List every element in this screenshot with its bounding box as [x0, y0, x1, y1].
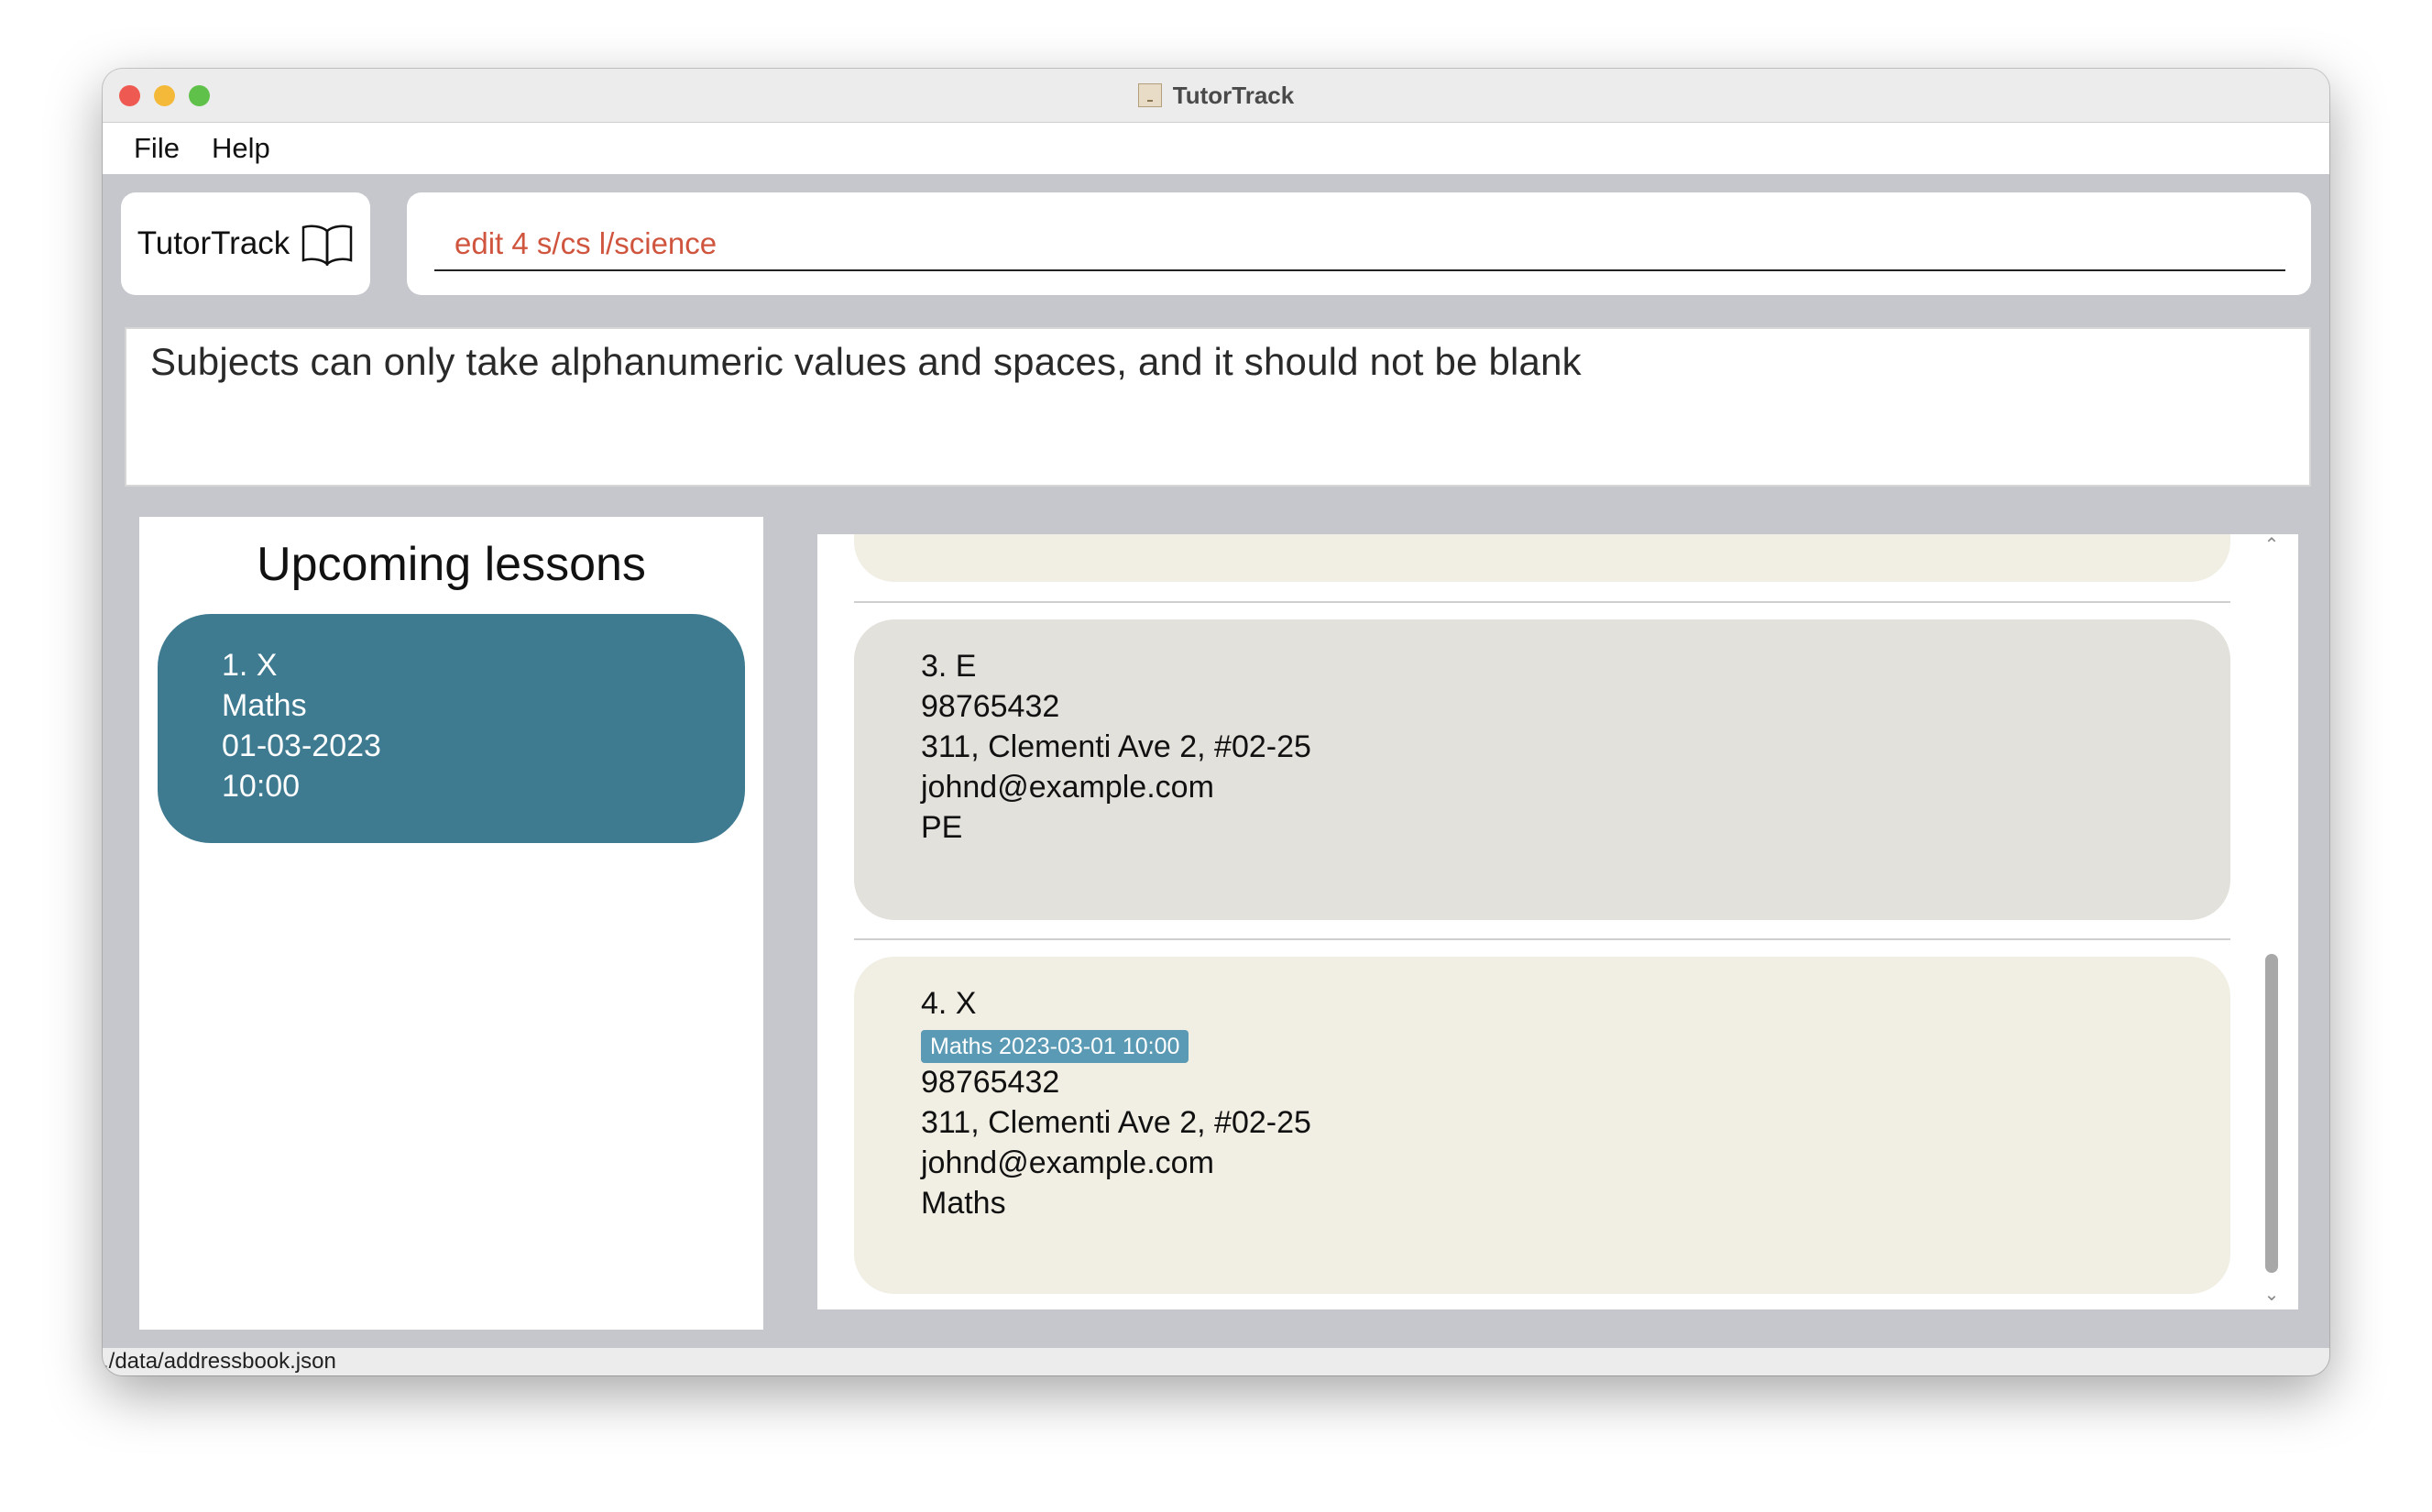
data-file-path: ./data/addressbook.json	[103, 1349, 336, 1374]
lessons-title: Upcoming lessons	[257, 538, 646, 591]
lesson-time: 10:00	[222, 769, 301, 804]
menu-bar: File Help	[103, 123, 2329, 174]
lesson-index: 1. X	[222, 648, 278, 683]
list-divider	[854, 601, 2230, 603]
person-email: johnd@example.com	[921, 1145, 1214, 1180]
lesson-date: 01-03-2023	[222, 729, 381, 763]
person-subject: PE	[921, 810, 963, 845]
person-subject: Maths	[921, 1186, 1006, 1221]
person-card-partial[interactable]	[854, 534, 2230, 582]
person-list-panel[interactable]: 3. E 98765432 311, Clementi Ave 2, #02-2…	[817, 534, 2298, 1309]
menu-file[interactable]: File	[134, 123, 180, 174]
person-card[interactable]: 4. X Maths 2023-03-01 10:00 98765432 311…	[854, 957, 2230, 1294]
command-box	[407, 192, 2311, 295]
person-phone: 98765432	[921, 1065, 1060, 1100]
upcoming-lessons-panel: Upcoming lessons 1. X Maths 01-03-2023 1…	[139, 517, 763, 1330]
person-email: johnd@example.com	[921, 770, 1214, 805]
lesson-card[interactable]: 1. X Maths 01-03-2023 10:00	[158, 614, 745, 843]
person-index-name: 3. E	[921, 649, 977, 684]
scrollbar-thumb[interactable]	[2265, 954, 2278, 1273]
scroll-up-arrow-icon[interactable]: ⌃	[2261, 534, 2283, 556]
lesson-tag: Maths 2023-03-01 10:00	[921, 1030, 1189, 1063]
window-title-text: TutorTrack	[1172, 81, 1295, 109]
brand-box: TutorTrack	[121, 192, 370, 295]
window-title: TutorTrack	[103, 69, 2329, 122]
brand-name: TutorTrack	[137, 225, 290, 261]
person-card[interactable]: 3. E 98765432 311, Clementi Ave 2, #02-2…	[854, 619, 2230, 920]
result-message: Subjects can only take alphanumeric valu…	[150, 340, 1582, 383]
menu-help[interactable]: Help	[212, 123, 270, 174]
person-index-name: 4. X	[921, 986, 977, 1021]
list-divider	[854, 938, 2230, 940]
book-icon	[302, 225, 353, 266]
command-input[interactable]	[434, 218, 2285, 271]
result-display: Subjects can only take alphanumeric valu…	[125, 327, 2311, 487]
person-address: 311, Clementi Ave 2, #02-25	[921, 729, 1311, 764]
lesson-tag-row: Maths 2023-03-01 10:00	[921, 1024, 2230, 1063]
status-bar: ./data/addressbook.json	[103, 1348, 2329, 1375]
app-window: TutorTrack File Help TutorTrack Subjects…	[103, 69, 2329, 1375]
person-address: 311, Clementi Ave 2, #02-25	[921, 1105, 1311, 1140]
scroll-down-arrow-icon[interactable]: ⌄	[2261, 1284, 2283, 1306]
person-phone: 98765432	[921, 689, 1060, 724]
title-bar: TutorTrack	[103, 69, 2329, 123]
lesson-subject: Maths	[222, 688, 307, 723]
app-icon	[1137, 83, 1162, 107]
